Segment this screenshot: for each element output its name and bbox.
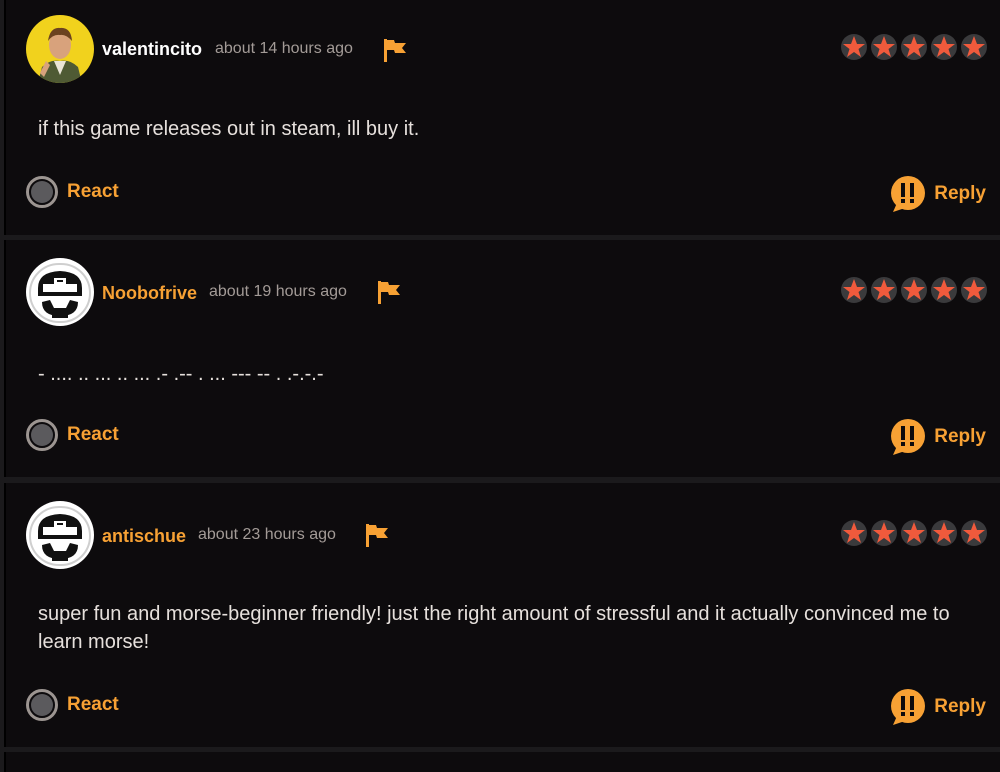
react-button[interactable]: React	[26, 176, 119, 208]
react-button[interactable]: React	[26, 689, 119, 721]
username[interactable]: Noobofrive	[102, 283, 197, 304]
react-circle-icon[interactable]	[26, 419, 58, 451]
comment-card	[4, 752, 1000, 772]
star-icon	[961, 520, 987, 546]
reply-speech-bubble-icon[interactable]	[889, 418, 927, 456]
star-icon	[871, 34, 897, 60]
react-circle-icon[interactable]	[26, 176, 58, 208]
star-icon	[961, 34, 987, 60]
star-icon	[841, 34, 867, 60]
reply-button[interactable]: Reply	[889, 418, 986, 456]
flag-icon[interactable]	[376, 280, 402, 304]
reply-button[interactable]: Reply	[889, 688, 986, 726]
star-icon	[841, 520, 867, 546]
reply-speech-bubble-icon[interactable]	[889, 688, 927, 726]
star-rating	[840, 33, 988, 61]
react-button[interactable]: React	[26, 419, 119, 451]
timestamp[interactable]: about 19 hours ago	[209, 283, 347, 301]
comment-card: valentincito about 14 hours ago if this …	[4, 0, 1000, 235]
star-icon	[871, 277, 897, 303]
reply-label[interactable]: Reply	[934, 696, 986, 718]
flag-icon[interactable]	[382, 38, 408, 62]
username[interactable]: antischue	[102, 526, 186, 547]
react-circle-icon[interactable]	[26, 689, 58, 721]
reply-label[interactable]: Reply	[934, 426, 986, 448]
star-icon	[931, 520, 957, 546]
reply-button[interactable]: Reply	[889, 175, 986, 213]
star-icon	[931, 277, 957, 303]
avatar[interactable]	[26, 15, 94, 83]
flag-icon[interactable]	[364, 523, 390, 547]
star-icon	[901, 34, 927, 60]
username[interactable]: valentincito	[102, 39, 202, 60]
comment-card: antischue about 23 hours ago super fun a…	[4, 483, 1000, 747]
star-icon	[931, 34, 957, 60]
star-rating	[840, 276, 988, 304]
timestamp[interactable]: about 23 hours ago	[198, 526, 336, 544]
reply-label[interactable]: Reply	[934, 183, 986, 205]
react-label[interactable]: React	[67, 694, 119, 716]
star-icon	[901, 277, 927, 303]
comment-body: super fun and morse-beginner friendly! j…	[38, 603, 950, 653]
comment-card: Noobofrive about 19 hours ago - .... .. …	[4, 240, 1000, 477]
comment-body: - .... .. ... .. ... .- .-- . ... --- --…	[38, 363, 324, 385]
timestamp[interactable]: about 14 hours ago	[215, 40, 353, 58]
comment-body: if this game releases out in steam, ill …	[38, 118, 420, 140]
react-label[interactable]: React	[67, 424, 119, 446]
avatar[interactable]	[26, 258, 94, 326]
star-icon	[901, 520, 927, 546]
reply-speech-bubble-icon[interactable]	[889, 175, 927, 213]
star-icon	[871, 520, 897, 546]
star-icon	[961, 277, 987, 303]
avatar[interactable]	[26, 501, 94, 569]
star-rating	[840, 519, 988, 547]
star-icon	[841, 277, 867, 303]
react-label[interactable]: React	[67, 181, 119, 203]
comment-list: valentincito about 14 hours ago if this …	[0, 0, 1000, 772]
